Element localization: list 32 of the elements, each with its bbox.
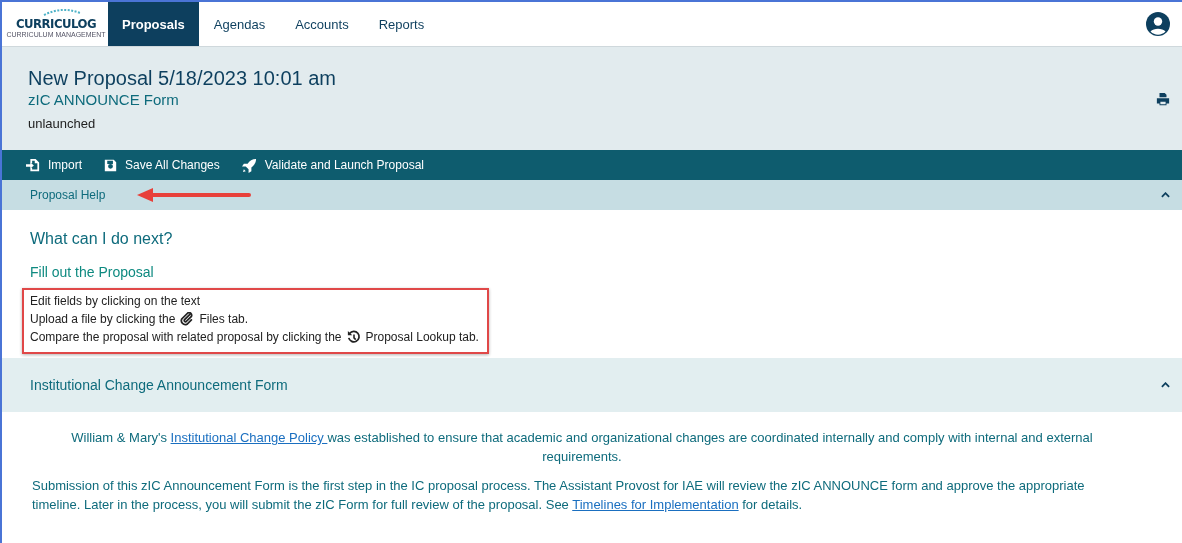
paragraph: Submission of this zIC Announcement Form is the first step in the IC proposal process. The Assistant Provost for IAE will review the zIC ANNOUNCE form and approve the appropriate timeline. Later in the process, you will submit the zIC Form for full review of the proposal. See Timelines for Implementation for details. bbox=[32, 477, 1086, 514]
help-text: Proposal Lookup tab. bbox=[365, 329, 479, 346]
accordion-header[interactable]: Proposal Help bbox=[30, 188, 106, 202]
help-text: Compare the proposal with related proposal by clicking the bbox=[30, 329, 342, 346]
collapse-icon[interactable] bbox=[1161, 192, 1170, 198]
import-icon bbox=[26, 158, 40, 172]
help-subheading: Fill out the Proposal bbox=[30, 264, 155, 280]
user-avatar-icon[interactable] bbox=[1146, 12, 1170, 36]
rocket-icon bbox=[241, 157, 257, 173]
paragraph: William & Mary's Institutional Change Policy was established to ensure that academic and organizational changes are coordinated internally and comply with internal and external requirements. bbox=[70, 429, 1094, 466]
toolbar-button[interactable]: Validate and Launch Proposal bbox=[241, 157, 424, 173]
help-text: Edit fields by clicking on the text bbox=[30, 293, 201, 310]
collapse-icon[interactable] bbox=[1161, 382, 1170, 388]
link[interactable]: Timelines for Implementation bbox=[572, 497, 739, 512]
nav-tab[interactable]: Accounts bbox=[280, 2, 364, 46]
help-text: Files tab. bbox=[199, 311, 249, 328]
section-header[interactable]: Institutional Change Announcement Form bbox=[30, 377, 288, 393]
history-icon bbox=[346, 330, 361, 344]
status-text: unlaunched bbox=[28, 116, 97, 131]
help-heading: What can I do next? bbox=[30, 230, 174, 248]
link[interactable]: Institutional Change Policy bbox=[170, 430, 328, 445]
toolbar-button[interactable]: Save All Changes bbox=[104, 158, 220, 172]
nav-tab[interactable]: Proposals bbox=[108, 2, 199, 46]
form-name: zIC ANNOUNCE Form bbox=[28, 90, 180, 110]
nav-tab[interactable]: Agendas bbox=[198, 2, 281, 46]
print-icon[interactable] bbox=[1156, 91, 1170, 106]
paperclip-icon bbox=[180, 312, 195, 326]
help-text: Upload a file by clicking the bbox=[30, 311, 176, 328]
nav-tab[interactable]: Reports bbox=[363, 2, 440, 46]
toolbar-button[interactable]: Import bbox=[26, 158, 82, 172]
proposal-title: New Proposal 5/18/2023 10:01 am bbox=[28, 66, 337, 90]
save-icon bbox=[104, 158, 117, 172]
